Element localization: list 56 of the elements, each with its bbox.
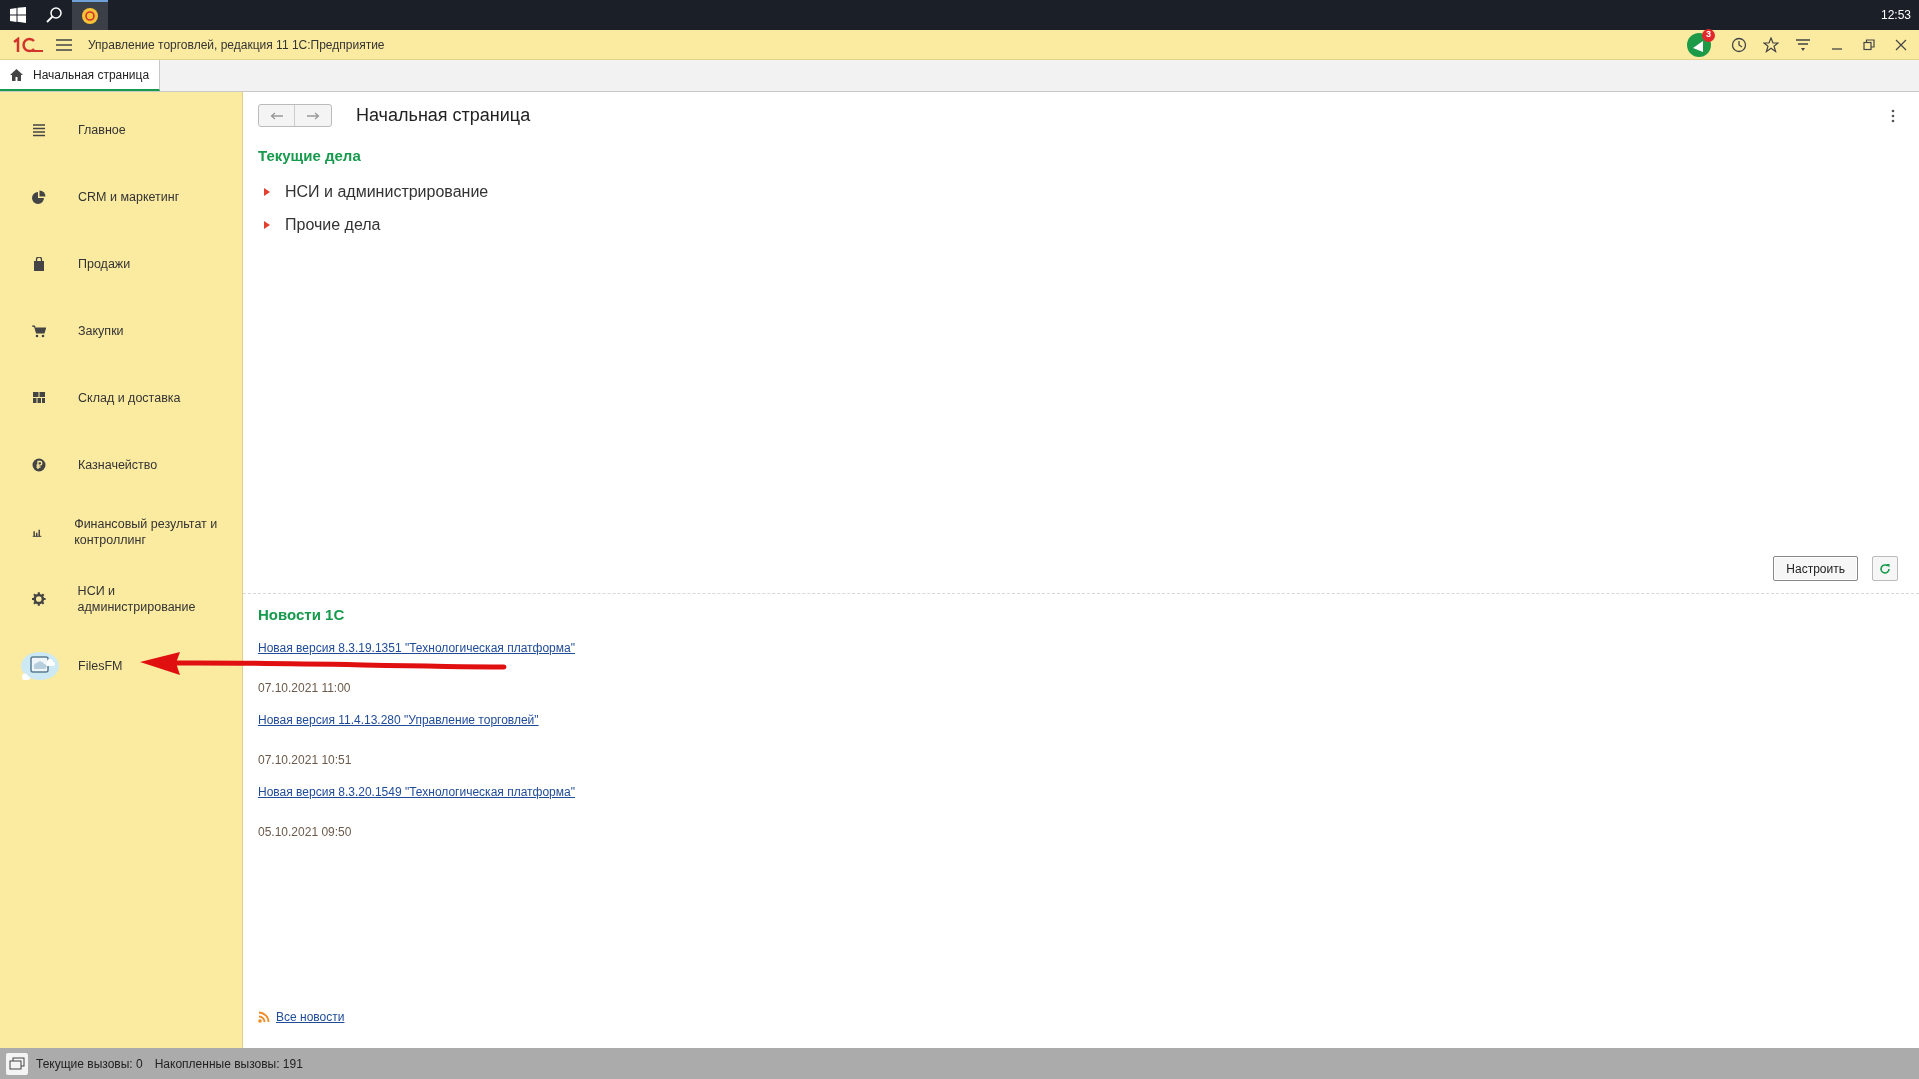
caret-icon — [263, 221, 271, 229]
page-title: Начальная страница — [356, 104, 531, 127]
bag-icon — [32, 256, 46, 271]
cart-icon — [32, 323, 46, 338]
history-icon[interactable] — [1731, 36, 1747, 53]
left-arrow-icon — [269, 111, 284, 120]
sidebar-item[interactable]: Склад и доставка — [0, 364, 242, 431]
star-icon[interactable] — [1763, 36, 1779, 53]
task-group[interactable]: Прочие дела — [263, 213, 381, 237]
gear-icon — [32, 591, 46, 606]
home-icon — [10, 68, 23, 81]
menu-icon[interactable] — [56, 38, 72, 51]
sidebar-item[interactable]: НСИ и администрирование — [0, 565, 242, 632]
app-logo-icon[interactable] — [81, 7, 99, 25]
sidebar-item[interactable]: Казначейство — [0, 431, 242, 498]
refresh-icon — [1879, 562, 1891, 575]
filter-icon[interactable] — [1795, 36, 1811, 53]
task-group[interactable]: НСИ и администрирование — [263, 180, 489, 204]
monitor-button[interactable] — [6, 1052, 28, 1075]
sidebar-item[interactable]: CRM и маркетинг — [0, 163, 242, 230]
news-date: 07.10.2021 10:51 — [258, 751, 352, 769]
tab[interactable]: Начальная страница — [0, 60, 161, 91]
sidebar-item[interactable]: FilesFM — [0, 632, 242, 699]
grid-icon — [32, 390, 46, 405]
more-icon[interactable] — [1891, 108, 1895, 123]
news-date: 05.10.2021 09:50 — [258, 823, 352, 841]
rss-icon — [258, 1011, 270, 1023]
clock: 12:53 — [1880, 7, 1912, 24]
ruble-icon — [32, 457, 46, 472]
cloud-screen-icon — [20, 649, 60, 682]
1c-logo-icon — [12, 36, 44, 53]
close-icon[interactable] — [1895, 38, 1907, 51]
monitors-icon — [9, 1056, 25, 1071]
sidebar-item[interactable]: Продажи — [0, 230, 242, 297]
status-text: Текущие вызовы: 0 — [36, 1055, 143, 1073]
configure-button[interactable]: Настроить — [1773, 556, 1858, 581]
all-news-link[interactable]: Все новости — [276, 1008, 345, 1026]
status-text: Накопленные вызовы: 191 — [154, 1055, 303, 1073]
news-link[interactable]: Новая версия 11.4.13.280 "Управление торговлей" — [258, 710, 539, 729]
restore-icon[interactable] — [1863, 38, 1875, 51]
refresh-button[interactable] — [1872, 556, 1898, 581]
pie-chart-icon — [32, 189, 46, 204]
window-title: Управление торговлей, редакция 11 1С:Предприятие — [88, 36, 385, 54]
right-arrow-icon — [306, 111, 320, 120]
search-icon[interactable] — [45, 6, 63, 24]
section-title: Новости 1С — [258, 605, 345, 625]
caret-icon — [263, 188, 271, 196]
news-link[interactable]: Новая версия 8.3.20.1549 "Технологическая платформа" — [258, 782, 575, 801]
section-title: Текущие дела — [258, 147, 361, 164]
news-date: 07.10.2021 11:00 — [258, 679, 351, 697]
news-link[interactable]: Новая версия 8.3.19.1351 "Технологическая платформа" — [258, 638, 575, 657]
windows-start-icon[interactable] — [10, 7, 26, 23]
list-icon — [32, 122, 46, 137]
sidebar-item[interactable]: Финансовый результат и контроллинг — [0, 498, 242, 565]
sidebar-item[interactable]: Главное — [0, 96, 242, 163]
sidebar-item[interactable]: Закупки — [0, 297, 242, 364]
